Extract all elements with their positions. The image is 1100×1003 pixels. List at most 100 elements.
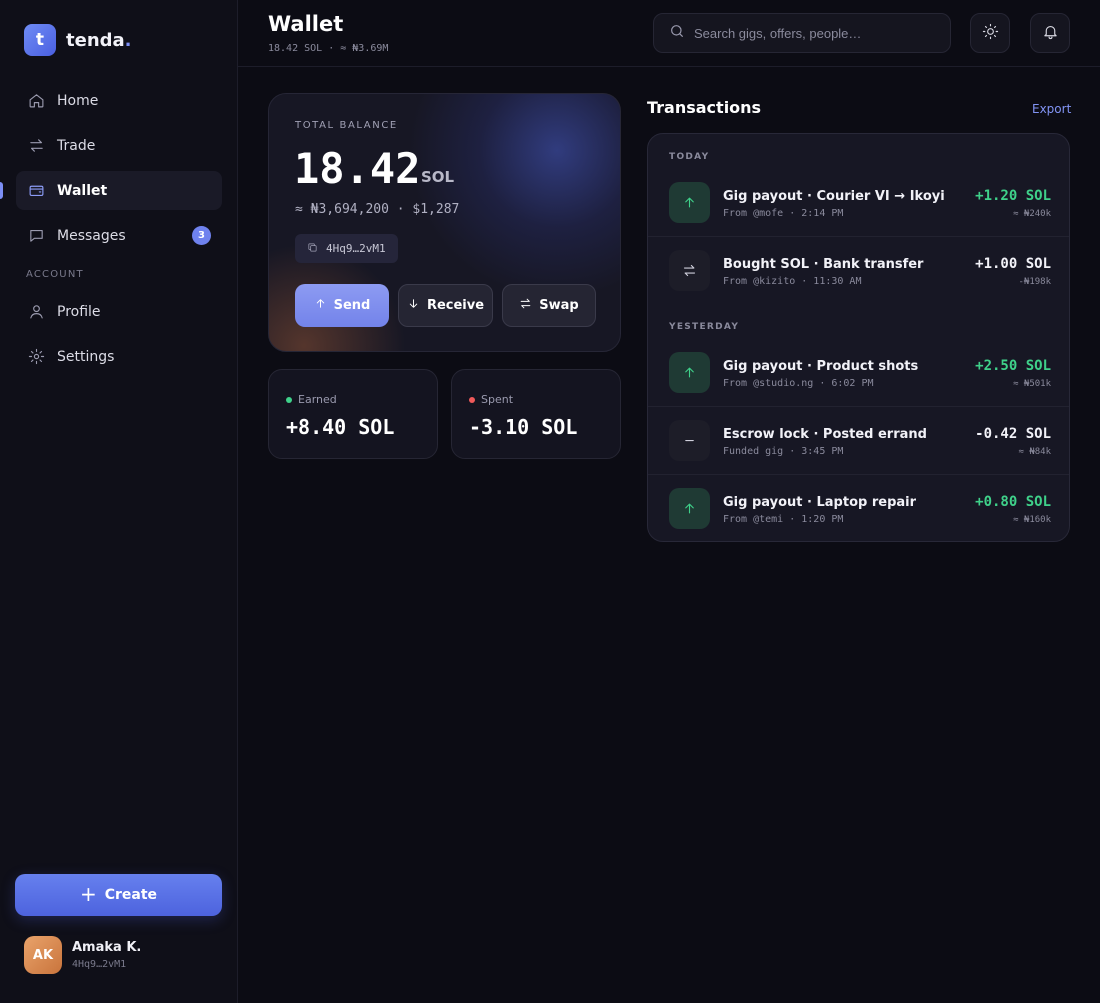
sidebar-item-label: Messages [57,227,126,244]
transaction-fiat: ≈ ₦240k [1013,209,1051,219]
transaction-row[interactable]: Bought SOL · Bank transfer From @kizito … [648,237,1069,305]
user-name: Amaka K. [72,940,142,955]
transaction-meta: From @temi · 1:20 PM [723,514,844,525]
earned-card: Earned +8.40 SOL [268,369,438,459]
transaction-amount: +0.80 SOL [975,494,1051,510]
swap-label: Swap [539,298,579,313]
page-subtitle: 18.42 SOL · ≈ ₦3.69M [268,43,389,54]
arrow-up-icon [669,182,710,223]
export-link[interactable]: Export [1032,102,1071,116]
transaction-row[interactable]: Gig payout · Product shots From @studio.… [648,339,1069,407]
notifications-button[interactable] [1030,13,1070,53]
sidebar: t tenda. Home Trade Wallet Messages 3 AC… [0,0,238,1003]
wallet-address: 4Hq9…2vM1 [326,242,386,255]
home-icon [27,92,45,110]
transaction-name: Gig payout · Courier VI → Ikoyi [723,189,945,204]
copy-icon [307,242,318,256]
brand-logo: t [24,24,56,56]
transaction-meta: From @mofe · 2:14 PM [723,208,844,219]
transaction-fiat: ≈ ₦501k [1013,379,1051,389]
sidebar-item-label: Wallet [57,182,108,199]
nav-section-account: ACCOUNT [26,269,84,280]
search-bar[interactable] [653,13,951,53]
spent-label: Spent [469,393,513,406]
transaction-name: Bought SOL · Bank transfer [723,257,924,272]
brand-name-text: tenda [66,29,125,51]
receive-button[interactable]: Receive [398,284,493,327]
swap-icon [519,297,532,314]
wallet-icon [27,182,45,200]
sidebar-item-settings[interactable]: Settings [16,337,222,376]
swap-button[interactable]: Swap [502,284,596,327]
create-button[interactable]: + Create [15,874,222,916]
spent-label-text: Spent [481,393,514,406]
theme-toggle-button[interactable] [970,13,1010,53]
page-title: Wallet [268,12,344,36]
swap-icon [669,250,710,291]
sidebar-nav: Home Trade Wallet Messages 3 ACCOUNT Pro… [0,81,222,382]
messages-badge: 3 [192,226,211,245]
user-icon [27,303,45,321]
sidebar-item-wallet[interactable]: Wallet [0,171,222,210]
transaction-fiat: ≈ ₦160k [1013,515,1051,525]
top-header: Wallet 18.42 SOL · ≈ ₦3.69M [238,0,1100,67]
arrow-up-icon [314,297,327,314]
search-input[interactable] [694,25,934,41]
arrow-down-icon [407,297,420,314]
brand-name: tenda. [66,30,132,51]
balance-unit: SOL [421,168,455,186]
balance-amount: 18.42 [294,144,421,193]
transaction-name: Gig payout · Product shots [723,359,919,374]
sidebar-item-messages[interactable]: Messages 3 [16,216,222,255]
wallet-address-chip[interactable]: 4Hq9…2vM1 [295,234,398,263]
earned-value: +8.40 SOL [286,415,395,439]
create-label: Create [104,887,158,903]
transaction-name: Escrow lock · Posted errand [723,427,927,442]
balance-fiat: ≈ ₦3,694,200 · $1,287 [295,202,460,217]
receive-label: Receive [426,298,485,313]
balance-card: TOTAL BALANCE 18.42 SOL ≈ ₦3,694,200 · $… [268,93,621,352]
transaction-amount: -0.42 SOL [975,426,1051,442]
user-address: 4Hq9…2vM1 [72,959,127,970]
minus-icon [669,420,710,461]
sidebar-item-trade[interactable]: Trade [16,126,222,165]
sidebar-item-home[interactable]: Home [16,81,222,120]
group-label-today: TODAY [669,152,710,162]
sidebar-item-label: Profile [57,303,101,320]
transaction-row[interactable]: Gig payout · Laptop repair From @temi · … [648,475,1069,541]
transaction-name: Gig payout · Laptop repair [723,495,917,510]
avatar: AK [24,936,62,974]
search-icon [669,23,685,43]
message-icon [27,227,45,245]
bell-icon [1042,23,1059,44]
transaction-amount: +2.50 SOL [975,358,1051,374]
sun-icon [982,23,999,44]
brand-dot: . [124,29,132,51]
earned-label: Earned [286,393,337,406]
transaction-fiat: ≈ ₦84k [1018,447,1051,457]
transactions-list: TODAY Gig payout · Courier VI → Ikoyi Fr… [647,133,1070,542]
active-indicator [0,182,3,199]
transaction-row[interactable]: Gig payout · Courier VI → Ikoyi From @mo… [648,169,1069,237]
arrows-swap-icon [27,137,45,155]
spent-value: -3.10 SOL [469,415,578,439]
brand[interactable]: t tenda. [24,24,132,56]
transaction-meta: Funded gig · 3:45 PM [723,446,844,457]
transaction-meta: From @studio.ng · 6:02 PM [723,378,874,389]
spent-dot [469,396,475,403]
send-button[interactable]: Send [295,284,389,327]
transaction-amount: +1.20 SOL [975,188,1051,204]
send-label: Send [333,298,371,313]
arrow-up-icon [669,352,710,393]
transaction-row[interactable]: Escrow lock · Posted errand Funded gig ·… [648,407,1069,475]
sidebar-item-profile[interactable]: Profile [16,292,222,331]
plus-icon: + [79,882,97,906]
earned-label-text: Earned [298,393,337,406]
sidebar-item-label: Trade [57,137,96,154]
transaction-fiat: -₦198k [1018,277,1051,287]
earned-dot [286,396,292,403]
sidebar-item-label: Settings [57,348,115,365]
arrow-up-icon [669,488,710,529]
user-profile-chip[interactable]: AK Amaka K. 4Hq9…2vM1 [24,936,141,974]
transaction-amount: +1.00 SOL [975,256,1051,272]
